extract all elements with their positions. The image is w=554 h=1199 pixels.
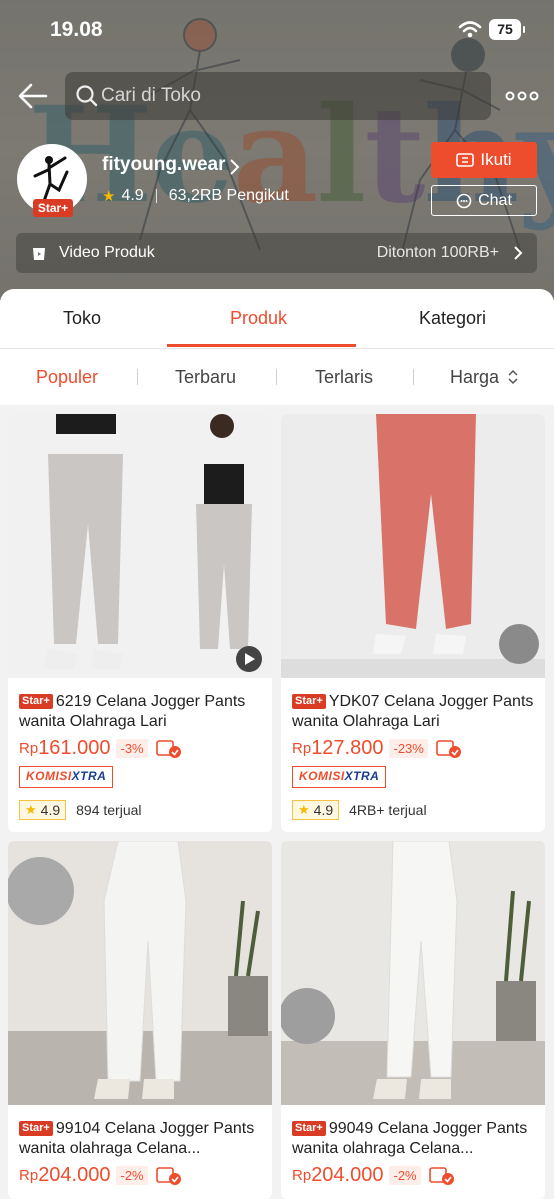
sold-count: 894 terjual [76, 802, 142, 818]
voucher-check-icon [428, 1166, 454, 1185]
chat-bubble-icon [456, 193, 472, 208]
search-input[interactable] [101, 72, 481, 120]
product-card[interactable]: Star+ YDK07 Celana Jogger Pants wanita Ol… [281, 414, 545, 832]
discount-badge: -2% [116, 1166, 148, 1185]
product-title: Star+ YDK07 Celana Jogger Pants wanita Ol… [292, 693, 534, 730]
star-icon: ★ [298, 802, 310, 817]
product-title: Star+ 6219 Celana Jogger Pants wanita Ola… [19, 693, 246, 730]
price-row: Rp 161.000 -3% [19, 737, 182, 760]
product-photo [8, 841, 272, 1105]
star-plus-tag: Star+ [19, 1121, 53, 1136]
sort-populer[interactable]: Populer [36, 367, 98, 388]
divider [155, 189, 157, 203]
shop-stats: ★ 4.9 63,2RB Pengikut [102, 187, 289, 205]
shop-search-bar[interactable] [65, 72, 491, 120]
product-photo [44, 414, 262, 672]
product-card[interactable]: Star+ 6219 Celana Jogger Pants wanita Ola… [8, 414, 272, 832]
sort-bar: Populer Terbaru Terlaris Harga [0, 349, 554, 405]
product-image [8, 841, 272, 1105]
shop-name[interactable]: fityoung.wear [102, 154, 226, 176]
star-plus-tag: Star+ [19, 694, 53, 709]
chat-button[interactable]: Chat [431, 185, 537, 216]
shop-rating: 4.9 [121, 187, 144, 204]
product-card[interactable]: Star+ 99104 Celana Jogger Pants wanita ol… [8, 841, 272, 1199]
video-bag-icon [33, 248, 45, 260]
rating-badge: ★ 4.9 [292, 800, 340, 820]
product-price: 161.000 [38, 737, 111, 759]
video-views: Ditonton 100RB+ [376, 244, 499, 261]
discount-badge: -3% [116, 739, 148, 758]
sold-count: 4RB+ terjual [349, 802, 427, 818]
ticket-icon [456, 153, 475, 167]
komisi-xtra-badge: KOMISIXTRA [292, 766, 387, 788]
product-price: 127.800 [311, 737, 384, 759]
product-photo [281, 841, 545, 1105]
rating-badge: ★ 4.9 [19, 800, 67, 820]
sort-terbaru[interactable]: Terbaru [175, 367, 236, 388]
product-photo [281, 414, 545, 678]
product-price: 204.000 [311, 1164, 384, 1186]
star-plus-tag: Star+ [292, 694, 326, 709]
wifi-icon [458, 21, 482, 38]
shop-followers: 63,2RB Pengikut [168, 187, 289, 204]
tab-kategori[interactable]: Kategori [419, 308, 486, 329]
rating-row: ★ 4.9 894 terjual [19, 800, 142, 820]
search-icon [76, 85, 98, 107]
product-image [281, 841, 545, 1105]
more-options-icon[interactable] [504, 85, 540, 107]
price-row: Rp 127.800 -23% [292, 737, 462, 760]
komisi-xtra-badge: KOMISIXTRA [19, 766, 114, 788]
follow-button[interactable]: Ikuti [431, 142, 537, 178]
discount-badge: -2% [389, 1166, 421, 1185]
star-icon: ★ [102, 188, 116, 205]
shop-tabs: Toko Produk Kategori [0, 289, 554, 349]
product-card[interactable]: Star+ 99049 Celana Jogger Pants wanita ol… [281, 841, 545, 1199]
follow-label: Ikuti [480, 150, 512, 169]
sort-harga[interactable]: Harga [450, 367, 519, 388]
rating-row: ★ 4.9 4RB+ terjual [292, 800, 427, 820]
divider [413, 369, 414, 385]
product-image [8, 414, 272, 678]
sort-terlaris[interactable]: Terlaris [315, 367, 373, 388]
back-arrow-icon[interactable] [16, 78, 52, 114]
chevron-right-icon [514, 246, 523, 260]
divider [137, 369, 138, 385]
voucher-check-icon [155, 1166, 181, 1185]
star-plus-tag: Star+ [292, 1121, 326, 1136]
status-bar: 19.08 75 [0, 0, 554, 60]
chevron-right-icon[interactable] [228, 158, 240, 176]
active-tab-indicator [167, 344, 356, 347]
tab-produk[interactable]: Produk [230, 308, 287, 329]
tab-toko[interactable]: Toko [63, 308, 101, 329]
price-row: Rp 204.000 -2% [19, 1164, 182, 1187]
discount-badge: -23% [389, 739, 428, 758]
star-plus-badge: Star+ [33, 199, 73, 217]
product-title: Star+ 99104 Celana Jogger Pants wanita ol… [19, 1120, 255, 1157]
product-price: 204.000 [38, 1164, 111, 1186]
voucher-check-icon [155, 739, 181, 758]
star-icon: ★ [25, 802, 37, 817]
video-products-row[interactable]: Video Produk Ditonton 100RB+ [16, 233, 537, 273]
product-image [281, 414, 545, 678]
voucher-check-icon [436, 739, 461, 758]
chat-label: Chat [478, 191, 512, 209]
sort-arrows-icon [508, 369, 518, 385]
video-products-label: Video Produk [59, 244, 155, 261]
battery-indicator: 75 [489, 19, 525, 40]
sort-harga-label: Harga [450, 367, 500, 387]
price-row: Rp 204.000 -2% [292, 1164, 455, 1187]
product-title: Star+ 99049 Celana Jogger Pants wanita ol… [292, 1120, 528, 1157]
divider [276, 369, 277, 385]
status-time: 19.08 [50, 18, 103, 41]
